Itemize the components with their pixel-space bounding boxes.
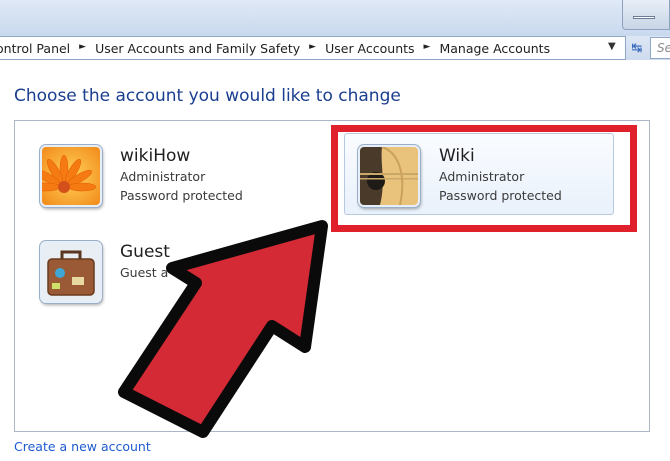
create-account-link[interactable]: Create a new account [14,439,151,454]
pointer-arrow-icon [118,220,328,438]
